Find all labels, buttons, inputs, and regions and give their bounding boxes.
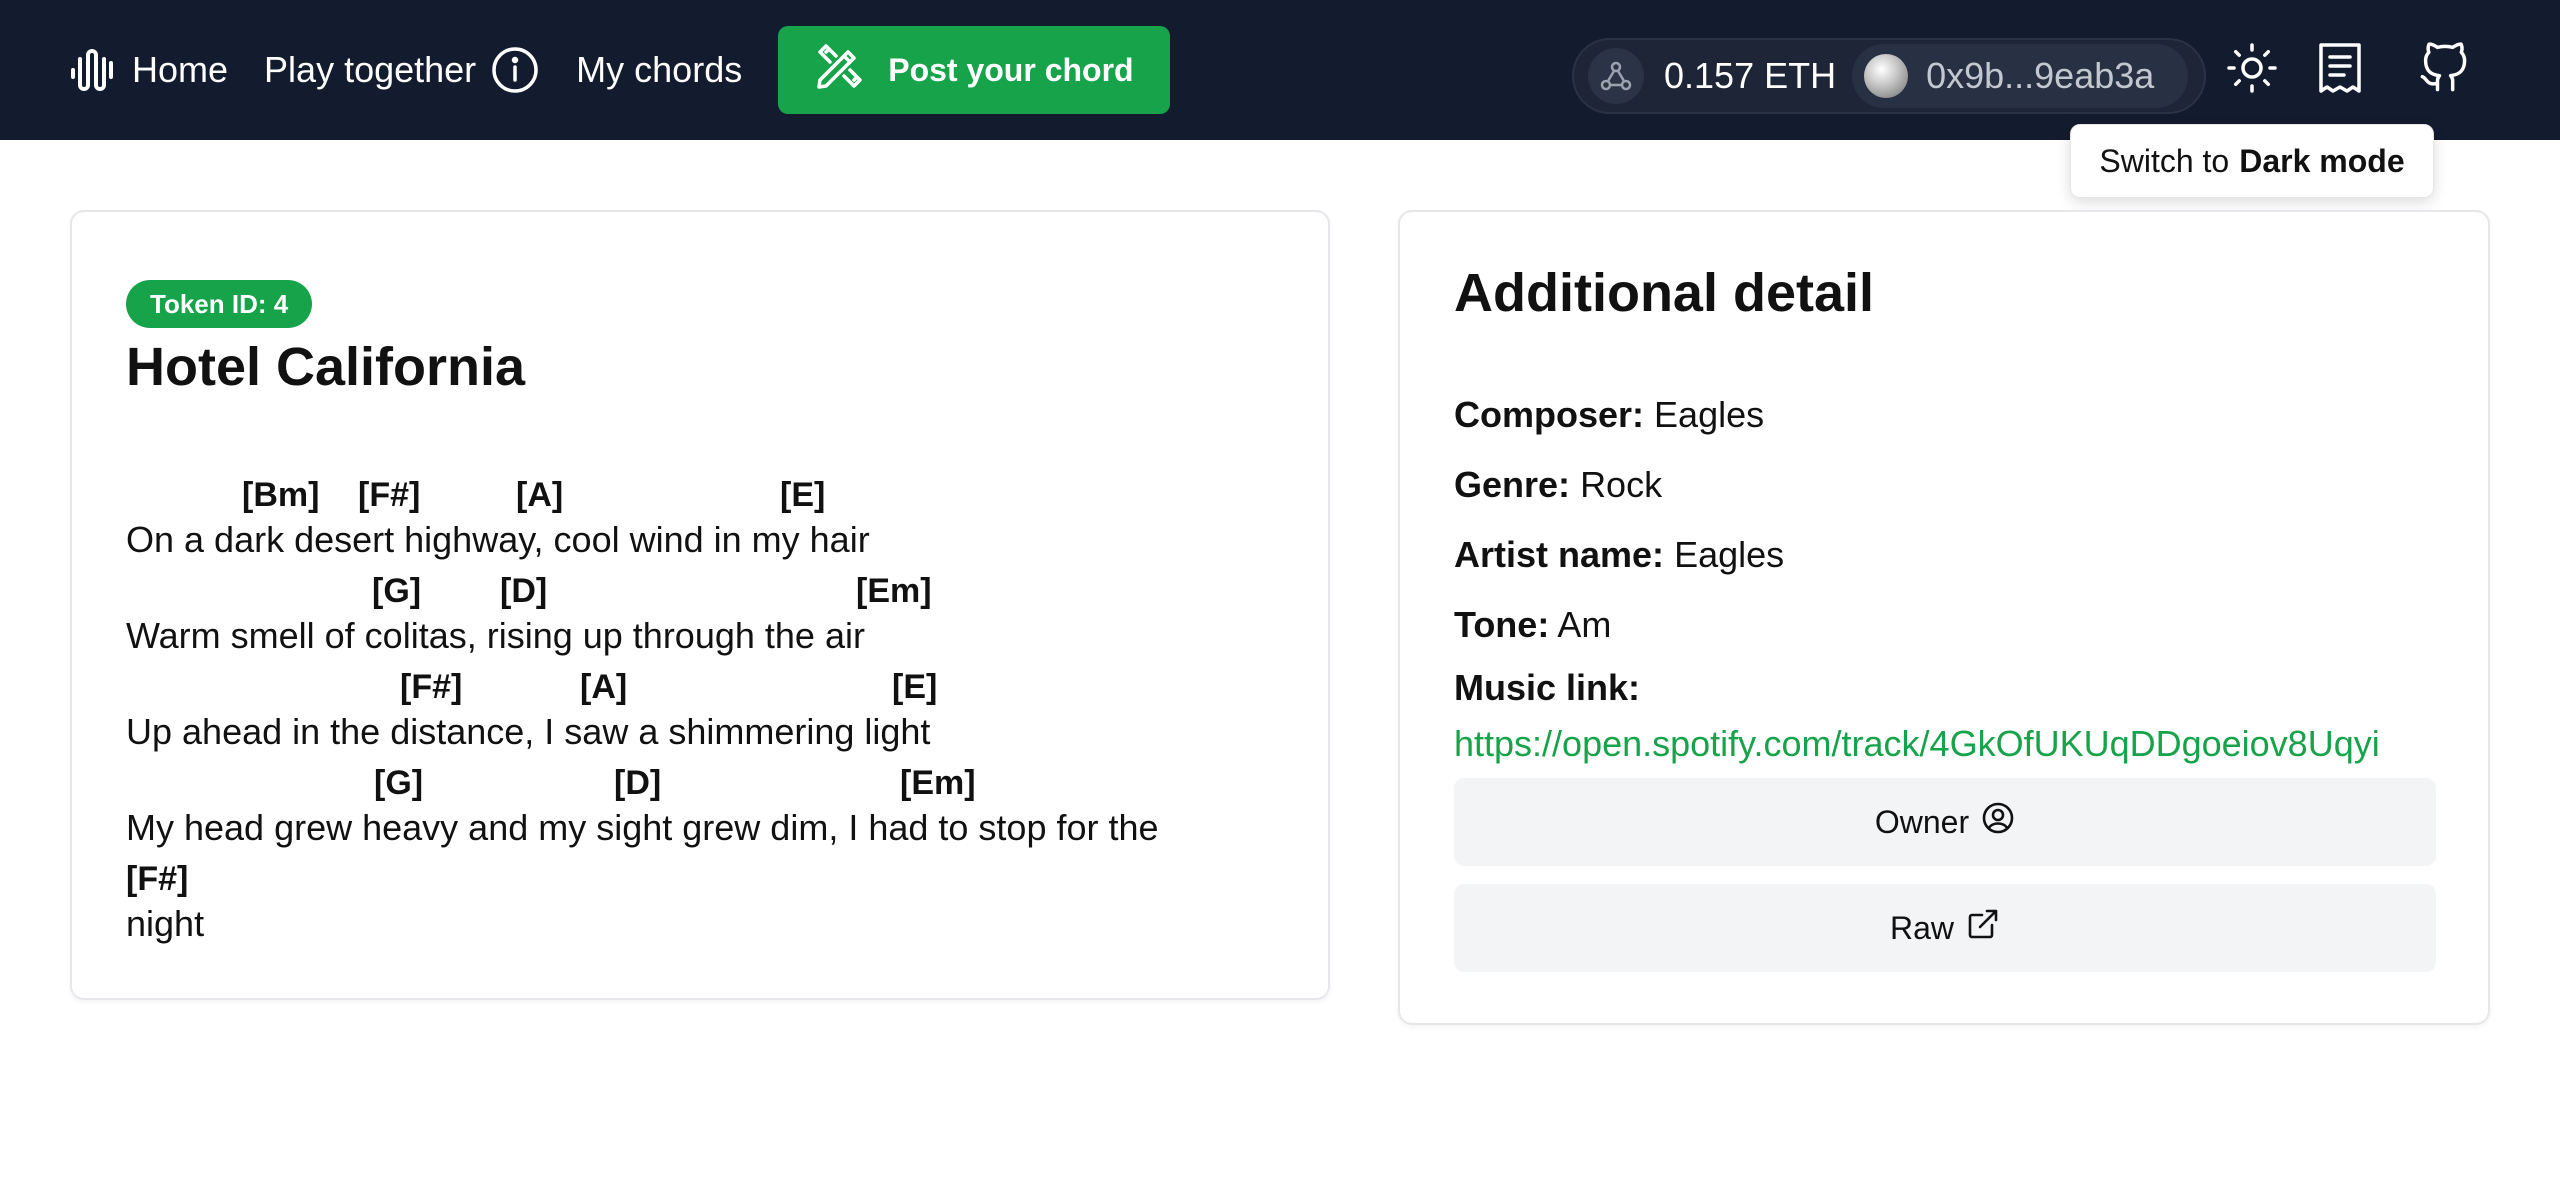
nav-my-chords-link[interactable]: My chords xyxy=(576,49,742,91)
music-link-label: Music link: xyxy=(1454,667,1641,708)
chord-label: [F#] xyxy=(358,476,421,514)
network-icon[interactable] xyxy=(1588,48,1644,104)
github-button[interactable] xyxy=(2414,40,2474,100)
chord-label: [F#] xyxy=(400,668,463,706)
composer-label: Composer: xyxy=(1454,394,1645,435)
chord-label: [Em] xyxy=(900,764,976,802)
lyric-line: My head grew heavy and my sight grew dim… xyxy=(126,807,1159,848)
lyric-line: night xyxy=(126,903,205,944)
genre-row: Genre: Rock xyxy=(1454,450,2444,520)
chord-label: [F#] xyxy=(126,860,189,898)
owner-button-label: Owner xyxy=(1874,803,1970,840)
chord-row: [G] [D] [Em] xyxy=(126,564,1306,612)
tone-row: Tone: Am xyxy=(1454,590,2444,660)
nav-my-chords-label: My chords xyxy=(576,49,743,90)
account-address: 0x9b...9eab3a xyxy=(1926,55,2155,96)
genre-label: Genre: xyxy=(1454,464,1571,505)
pencil-ruler-icon xyxy=(814,40,888,100)
chord-row: [F#] xyxy=(126,852,1306,900)
verse: [F#] [A] [E] Up ahead in the distance, I sa… xyxy=(126,660,1306,756)
chord-label: [E] xyxy=(892,668,938,706)
tooltip-mode: Dark mode xyxy=(2239,142,2405,179)
lyrics-block: [Bm] [F#] [A] [E] On a dark desert highway, … xyxy=(126,468,1306,948)
song-card: Token ID: 4 Hotel California [Bm] [F#] [A]… xyxy=(70,210,1330,1000)
theme-tooltip: Switch to Dark mode xyxy=(2070,124,2434,198)
chord-row: [G] [D] [Em] xyxy=(126,756,1306,804)
genre-value: Rock xyxy=(1580,464,1663,505)
receipt-button[interactable] xyxy=(2310,40,2370,100)
chord-label: [D] xyxy=(614,764,662,802)
chord-label: [G] xyxy=(374,764,424,802)
tooltip-prefix: Switch to xyxy=(2099,142,2230,179)
wallet-widget[interactable]: 0.157 ETH 0x9b...9eab3a xyxy=(1572,38,2206,114)
account-address-pill[interactable]: 0x9b...9eab3a xyxy=(1852,44,2189,108)
tone-label: Tone: xyxy=(1454,604,1550,645)
song-title: Hotel California xyxy=(126,337,526,397)
receipt-icon xyxy=(2317,41,2363,100)
additional-detail-card: Additional detail Composer: Eagles Genre… xyxy=(1398,210,2490,1025)
chord-label: [G] xyxy=(372,572,422,610)
chord-label: [A] xyxy=(580,668,628,706)
chord-label: [E] xyxy=(780,476,826,514)
nav-home-label: Home xyxy=(132,49,229,90)
artist-value: Eagles xyxy=(1674,534,1785,575)
lyric-line: On a dark desert highway, cool wind in m… xyxy=(126,519,870,560)
account-avatar xyxy=(1864,54,1909,98)
artist-label: Artist name: xyxy=(1454,534,1665,575)
verse: [G] [D] [Em] My head grew heavy and my sigh… xyxy=(126,756,1306,852)
nav-play-together-label: Play together xyxy=(264,49,477,90)
chord-label: [D] xyxy=(500,572,548,610)
lyric-line: Warm smell of colitas, rising up through… xyxy=(126,615,865,656)
chord-label: [Bm] xyxy=(242,476,320,514)
nav-home-link[interactable]: Home xyxy=(70,47,228,93)
verse: [Bm] [F#] [A] [E] On a dark desert highway, … xyxy=(126,468,1306,564)
owner-button[interactable]: Owner xyxy=(1454,778,2436,866)
chord-label: [A] xyxy=(516,476,564,514)
chord-row: [Bm] [F#] [A] [E] xyxy=(126,468,1306,516)
chord-row: [F#] [A] [E] xyxy=(126,660,1306,708)
info-icon[interactable] xyxy=(476,45,540,95)
post-your-chord-label: Post your chord xyxy=(888,51,1134,88)
wallet-balance: 0.157 ETH xyxy=(1664,55,1837,96)
artist-row: Artist name: Eagles xyxy=(1454,520,2444,590)
token-id-badge: Token ID: 4 xyxy=(126,280,313,328)
detail-list: Composer: Eagles Genre: Rock Artist name… xyxy=(1454,380,2444,772)
user-circle-icon xyxy=(1969,801,2015,843)
tone-value: Am xyxy=(1557,604,1612,645)
verse: [G] [D] [Em] Warm smell of colitas, rising … xyxy=(126,564,1306,660)
composer-value: Eagles xyxy=(1654,394,1765,435)
music-link[interactable]: https://open.spotify.com/track/4GkOfUKUq… xyxy=(1454,716,2444,772)
sun-icon xyxy=(2226,42,2278,99)
verse: [F#] night xyxy=(126,852,1306,948)
composer-row: Composer: Eagles xyxy=(1454,380,2444,450)
detail-title: Additional detail xyxy=(1454,263,1875,323)
top-navbar: Home Play together My chords Post your c… xyxy=(0,0,2560,140)
nav-left-group: Home Play together My chords Post your c… xyxy=(70,0,1170,140)
soundwave-logo-icon xyxy=(70,47,132,93)
chord-label: [Em] xyxy=(856,572,932,610)
github-icon xyxy=(2418,41,2470,99)
nav-play-together-link[interactable]: Play together xyxy=(264,45,540,95)
lyric-line: Up ahead in the distance, I saw a shimme… xyxy=(126,711,931,752)
raw-button[interactable]: Raw xyxy=(1454,884,2436,972)
post-your-chord-button[interactable]: Post your chord xyxy=(778,26,1170,114)
external-link-icon xyxy=(1954,907,2000,949)
theme-toggle-button[interactable] xyxy=(2222,40,2282,100)
raw-button-label: Raw xyxy=(1889,909,1954,946)
